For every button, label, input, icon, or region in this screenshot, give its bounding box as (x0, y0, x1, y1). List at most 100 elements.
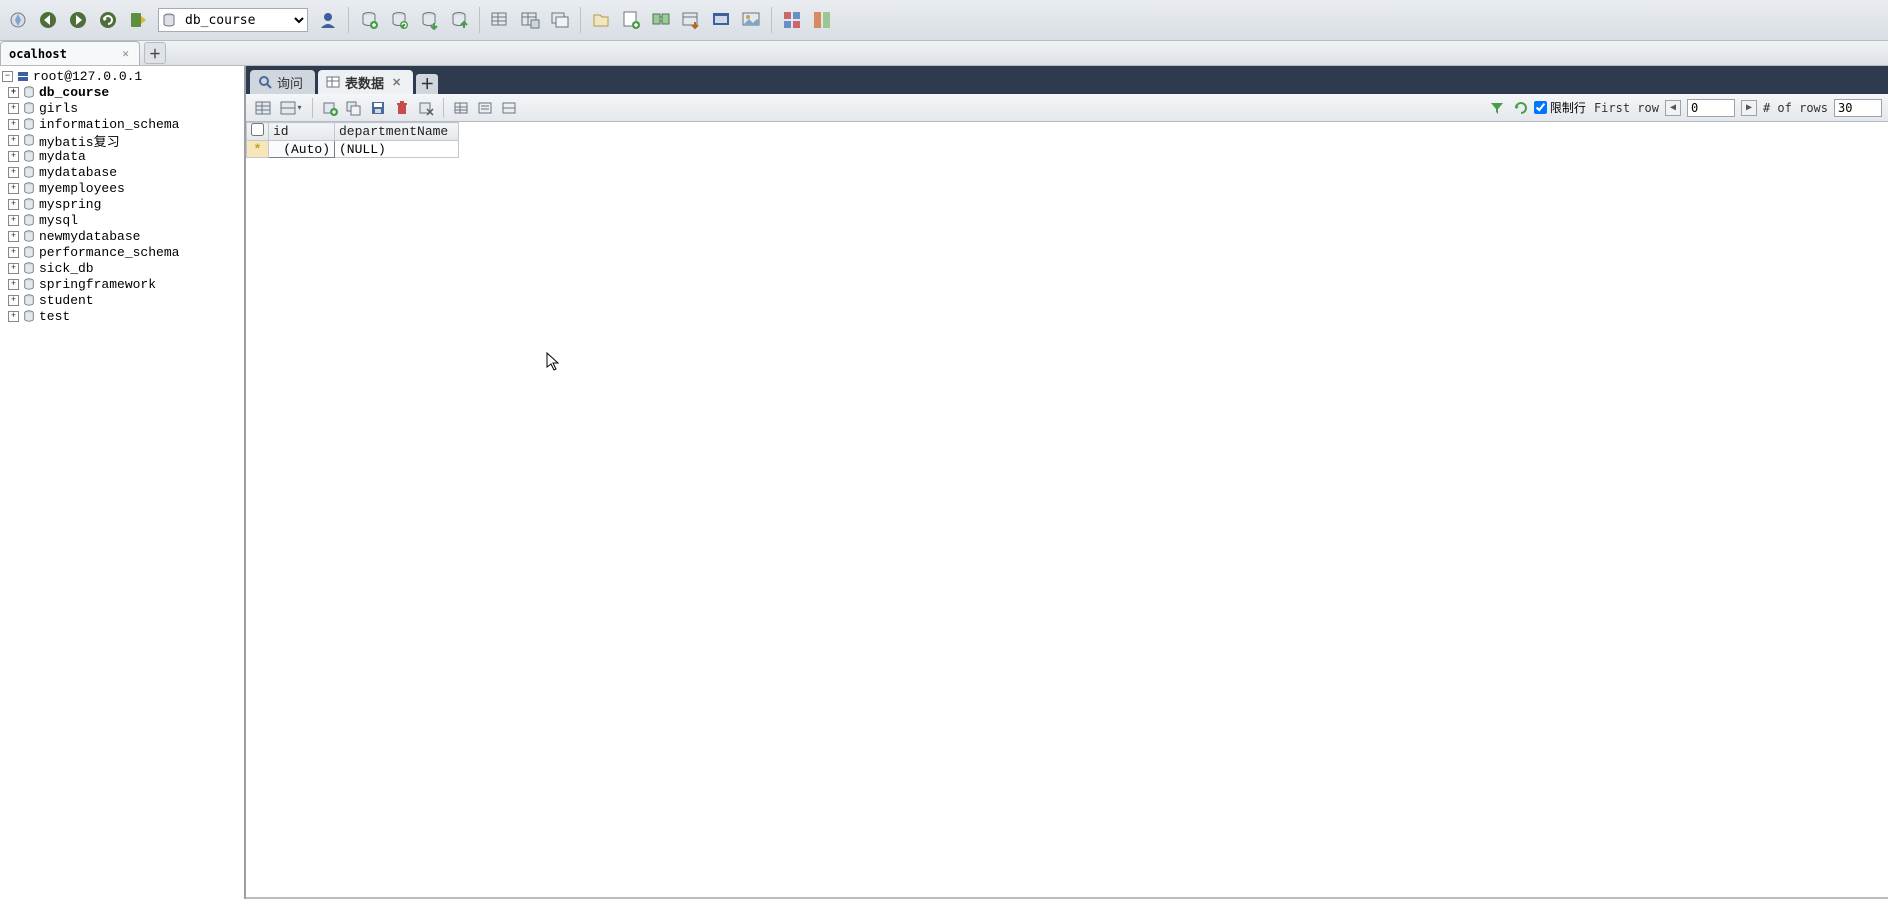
tree-db-node[interactable]: +myspring (0, 196, 244, 212)
user-manager-button[interactable] (314, 6, 342, 34)
new-connection-button[interactable] (4, 6, 32, 34)
duplicate-row-button[interactable] (343, 97, 365, 119)
open-file-button[interactable] (587, 6, 615, 34)
table-copy-button[interactable] (546, 6, 574, 34)
tree-db-node[interactable]: + mydata (0, 148, 244, 164)
close-icon[interactable]: ✕ (120, 47, 131, 60)
limit-rows-input[interactable] (1534, 101, 1547, 114)
database-select[interactable]: db_course (179, 9, 307, 31)
expand-icon[interactable]: + (8, 295, 19, 306)
connection-tab-add[interactable]: ＋ (144, 42, 166, 64)
database-selector[interactable]: db_course (158, 8, 308, 32)
expand-icon[interactable]: + (8, 263, 19, 274)
tree-db-node[interactable]: +performance_schema (0, 244, 244, 260)
inner-tab-add[interactable]: ＋ (416, 74, 438, 94)
expand-icon[interactable]: + (8, 87, 19, 98)
nav-back-button[interactable] (34, 6, 62, 34)
refresh-button[interactable] (94, 6, 122, 34)
cell-departmentname[interactable]: (NULL) (335, 141, 459, 158)
form-view-button[interactable]: ▾ (276, 97, 306, 119)
nav-forward-button[interactable] (64, 6, 92, 34)
image-tool-button[interactable] (737, 6, 765, 34)
save-row-button[interactable] (367, 97, 389, 119)
tree-db-node[interactable]: + newmydatabase (0, 228, 244, 244)
expand-icon[interactable]: + (8, 103, 19, 114)
view-form-button[interactable] (498, 97, 520, 119)
first-row-input[interactable] (1687, 99, 1735, 117)
database-icon (22, 101, 36, 115)
grid-view-button[interactable] (252, 97, 274, 119)
tree-db-node[interactable]: + student (0, 292, 244, 308)
table-create-button[interactable] (486, 6, 514, 34)
tree-db-node[interactable]: +test (0, 308, 244, 324)
prev-page-button[interactable]: ◀ (1665, 100, 1681, 116)
tree-db-node[interactable]: +mybatis复习 (0, 132, 244, 148)
db-import-button[interactable] (445, 6, 473, 34)
tree-db-label: student (39, 293, 94, 308)
inner-tabstrip: 询问 表数据 ✕ ＋ (246, 66, 1888, 94)
view-text-button[interactable] (474, 97, 496, 119)
execute-query-button[interactable] (124, 6, 152, 34)
column-header-departmentname[interactable]: departmentName (335, 123, 459, 141)
toolbar-separator (580, 7, 581, 33)
expand-icon[interactable]: + (8, 231, 19, 242)
table-export-csv-button[interactable] (677, 6, 705, 34)
tree-db-node[interactable]: +springframework (0, 276, 244, 292)
table-row[interactable]: *(Auto)(NULL) (247, 141, 459, 158)
db-create-button[interactable] (355, 6, 383, 34)
table-alter-button[interactable] (516, 6, 544, 34)
insert-row-button[interactable] (319, 97, 341, 119)
tree-db-node[interactable]: +mydatabase (0, 164, 244, 180)
expand-icon[interactable]: + (8, 151, 19, 162)
column-header-id[interactable]: id (269, 123, 335, 141)
cell-id[interactable]: (Auto) (269, 141, 335, 158)
data-grid[interactable]: id departmentName *(Auto)(NULL) (246, 122, 1888, 897)
expand-icon[interactable]: + (8, 215, 19, 226)
tree-db-label: girls (39, 101, 78, 116)
database-icon (22, 197, 36, 211)
schema-compare-button[interactable] (778, 6, 806, 34)
view-grid-button[interactable] (450, 97, 472, 119)
connection-tab-localhost[interactable]: ocalhost ✕ (0, 41, 140, 65)
expand-icon[interactable]: + (8, 247, 19, 258)
toolbar-separator (443, 98, 444, 118)
expand-icon[interactable]: + (8, 183, 19, 194)
tab-tabledata[interactable]: 表数据 ✕ (318, 70, 413, 94)
select-all-checkbox[interactable] (247, 123, 269, 141)
database-icon (22, 229, 36, 243)
expand-icon[interactable]: + (8, 199, 19, 210)
expand-icon[interactable]: + (8, 167, 19, 178)
sql-sync-button[interactable] (647, 6, 675, 34)
expand-icon[interactable]: + (8, 119, 19, 130)
expand-icon[interactable]: + (8, 279, 19, 290)
tree-root-node[interactable]: − root@127.0.0.1 (0, 68, 244, 84)
cancel-edit-button[interactable] (415, 97, 437, 119)
data-compare-button[interactable] (808, 6, 836, 34)
tree-db-node[interactable]: +sick_db (0, 260, 244, 276)
tree-db-node[interactable]: + girls (0, 100, 244, 116)
tree-db-node[interactable]: +mysql (0, 212, 244, 228)
db-refresh-button[interactable] (385, 6, 413, 34)
next-page-button[interactable]: ▶ (1741, 100, 1757, 116)
tree-db-node[interactable]: + myemployees (0, 180, 244, 196)
sql-add-button[interactable] (617, 6, 645, 34)
limit-rows-checkbox[interactable]: 限制行 (1534, 99, 1586, 116)
tree-db-label: newmydatabase (39, 229, 140, 244)
tree-db-label: myemployees (39, 181, 125, 196)
filter-button[interactable] (1486, 97, 1508, 119)
expand-icon[interactable]: + (8, 311, 19, 322)
tree-db-node[interactable]: +db_course (0, 84, 244, 100)
tree-db-node[interactable]: +information_schema (0, 116, 244, 132)
collapse-icon[interactable]: − (2, 71, 13, 82)
database-tree[interactable]: − root@127.0.0.1 +db_course+girls+inform… (0, 66, 246, 899)
tab-query[interactable]: 询问 (250, 70, 315, 94)
num-rows-input[interactable] (1834, 99, 1882, 117)
db-export-button[interactable] (415, 6, 443, 34)
refresh-data-button[interactable] (1510, 97, 1532, 119)
tree-db-label: mydata (39, 149, 86, 164)
expand-icon[interactable]: + (8, 135, 19, 146)
delete-row-button[interactable] (391, 97, 413, 119)
table-icon (326, 75, 340, 89)
close-icon[interactable]: ✕ (392, 76, 401, 89)
window-tool-button[interactable] (707, 6, 735, 34)
